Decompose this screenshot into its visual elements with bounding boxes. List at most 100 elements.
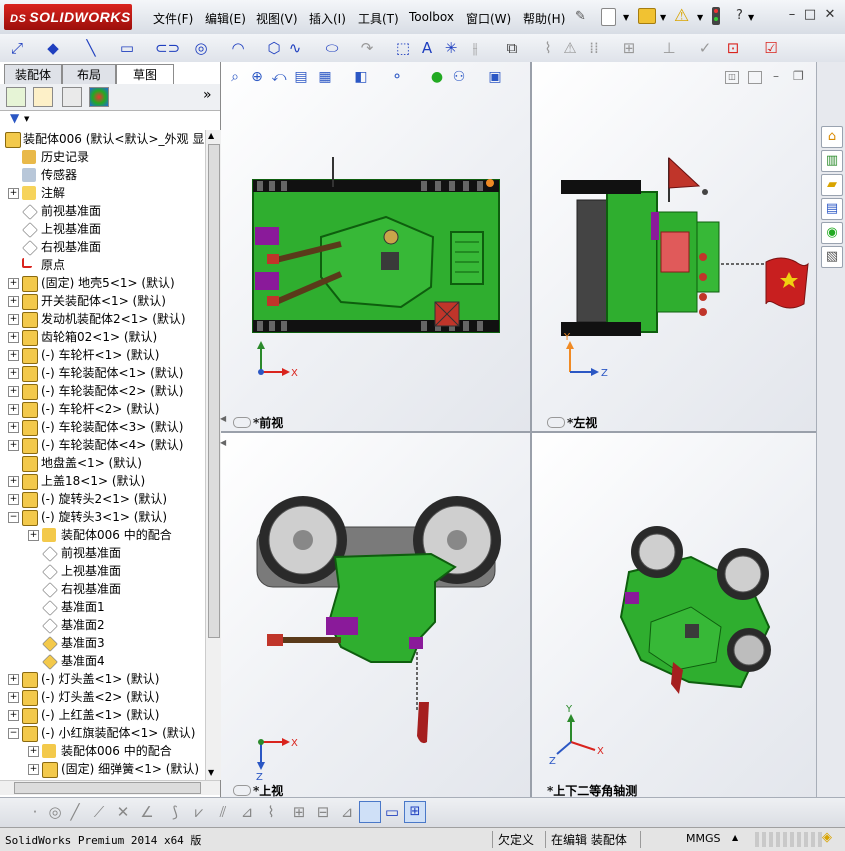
trim-icon[interactable]: ⟋ (90, 803, 108, 821)
file-explorer-icon[interactable]: ▰ (821, 174, 843, 196)
expand-icon[interactable]: + (8, 476, 19, 487)
scene-icon[interactable]: ⚇ (450, 68, 468, 86)
view-layout-icon[interactable]: ▭ (383, 803, 401, 821)
unit-system[interactable]: MMGS (686, 832, 721, 845)
solidworks-logo[interactable]: DS SOLIDWORKS (4, 4, 132, 30)
arc-icon[interactable]: ◠ (229, 39, 247, 57)
dynamic-annotation-icon[interactable]: ▦ (316, 68, 334, 86)
text-icon[interactable]: A (418, 39, 436, 57)
tab-sketch[interactable]: 草图 (116, 64, 174, 85)
spline-icon[interactable]: ∿ (286, 39, 304, 57)
menu-toolbox[interactable]: Toolbox (409, 10, 454, 24)
sketch-tool-icon[interactable]: ◆ (44, 39, 62, 57)
menu-help[interactable]: 帮助(H) (523, 10, 565, 27)
relations-icon[interactable]: ⊥ (660, 39, 678, 57)
quick-snap-icon[interactable]: ⊡ (724, 39, 742, 57)
chevron-down-icon[interactable]: ▼ (623, 13, 629, 22)
scroll-down-arrow[interactable]: ▼ (208, 768, 214, 777)
collapse-icon[interactable]: − (8, 512, 19, 523)
scrollbar-thumb[interactable] (208, 144, 220, 638)
expand-icon[interactable]: + (8, 710, 19, 721)
expand-icon[interactable]: + (8, 674, 19, 685)
chevron-down-icon[interactable]: ▼ (24, 115, 29, 123)
menu-window[interactable]: 窗口(W) (466, 10, 511, 27)
chevron-down-icon[interactable]: ▼ (660, 13, 666, 22)
expand-icon[interactable]: + (8, 296, 19, 307)
zoom-to-area-icon[interactable]: ⊕ (248, 68, 266, 86)
mirror-icon[interactable]: ⚠ (561, 39, 579, 57)
expand-icon[interactable]: + (8, 422, 19, 433)
expand-icon[interactable]: + (8, 350, 19, 361)
parallel-icon[interactable]: ⫽ (214, 803, 232, 821)
close-button[interactable]: ✕ (822, 8, 838, 22)
tag-icon[interactable]: ◈ (822, 830, 832, 845)
units-up-arrow-icon[interactable]: ▲ (732, 833, 738, 842)
appearances-icon[interactable]: ◉ (821, 222, 843, 244)
expand-icon[interactable]: + (8, 386, 19, 397)
circle-icon[interactable]: ◎ (192, 39, 210, 57)
circle-icon[interactable]: ◎ (46, 803, 64, 821)
expand-icon[interactable]: + (8, 332, 19, 343)
expand-icon[interactable]: + (8, 368, 19, 379)
expand-icon[interactable]: + (8, 404, 19, 415)
design-library-icon[interactable]: ▥ (821, 150, 843, 172)
menu-file[interactable]: 文件(F) (153, 10, 193, 27)
line-icon[interactable]: ╲ (82, 39, 100, 57)
pin-icon[interactable]: ✎ (575, 9, 593, 27)
tab-assembly[interactable]: 装配体 (4, 64, 62, 85)
chevron-down-icon[interactable]: ▼ (748, 13, 754, 22)
cross-icon[interactable]: ✕ (114, 803, 132, 821)
ellipse-icon[interactable]: ⬭ (323, 39, 341, 57)
angle-icon[interactable]: ∠ (138, 803, 156, 821)
move-icon[interactable]: ⊞ (620, 39, 638, 57)
scroll-up-arrow[interactable]: ▲ (208, 131, 214, 140)
expand-icon[interactable]: + (8, 494, 19, 505)
smart-dimension-icon[interactable]: ⤢ (8, 39, 26, 57)
scrollbar-thumb[interactable] (14, 782, 201, 794)
offset-icon[interactable]: ⧉ (503, 39, 521, 57)
new-document-icon[interactable] (601, 8, 616, 26)
relation-icon[interactable]: ⊿ (338, 803, 356, 821)
plane-icon[interactable]: ⬚ (394, 39, 412, 57)
expand-icon[interactable]: + (8, 188, 19, 199)
expand-panel-icon[interactable]: » (203, 87, 212, 103)
configuration-manager-icon[interactable] (62, 87, 82, 107)
chevron-down-icon[interactable]: ▼ (697, 13, 703, 22)
filter-icon[interactable]: ▼ (10, 111, 19, 125)
zoom-to-fit-icon[interactable]: ⌕ (226, 68, 244, 86)
view-orientation-icon[interactable]: ◧ (352, 68, 370, 86)
section-view-icon[interactable]: ▤ (292, 68, 310, 86)
view-palette-icon[interactable]: ▤ (821, 198, 843, 220)
slot-icon[interactable]: ⊂⊃ (155, 39, 180, 57)
rapid-sketch-icon[interactable]: ☑ (762, 39, 780, 57)
home-icon[interactable]: ⌂ (821, 126, 843, 148)
expand-icon[interactable]: + (8, 692, 19, 703)
custom-properties-icon[interactable]: ▧ (821, 246, 843, 268)
3d-view-button[interactable] (359, 801, 381, 823)
display-manager-icon[interactable] (89, 87, 109, 107)
expand-icon[interactable]: + (8, 278, 19, 289)
fillet-icon[interactable]: ↷ (358, 39, 376, 57)
open-folder-icon[interactable] (638, 8, 656, 24)
display-style-icon[interactable]: ⚬ (388, 68, 406, 86)
rectangle-icon[interactable]: ▭ (118, 39, 136, 57)
expand-icon[interactable]: + (8, 314, 19, 325)
graphics-area[interactable]: ◀ ◀ ◫ – ❐ ✕ *前视 *左视 *上视 *上下二等角轴测 (220, 62, 825, 798)
chamfer-icon[interactable]: ⩗ (190, 803, 208, 821)
expand-icon[interactable]: + (8, 440, 19, 451)
snap-icon[interactable]: ⊟ (314, 803, 332, 821)
view-settings-icon[interactable]: ▣ (486, 68, 504, 86)
feature-tree-icon[interactable] (6, 87, 26, 107)
expand-icon[interactable]: + (28, 530, 39, 541)
convert-icon[interactable]: ⫲ (466, 39, 484, 57)
fillet-icon[interactable]: ⟆ (166, 803, 184, 821)
point-icon[interactable]: ✳ (442, 39, 460, 57)
help-icon[interactable]: ? (736, 8, 743, 23)
pattern-icon[interactable]: ⁞⁞ (585, 39, 603, 57)
line-icon[interactable]: ╱ (66, 803, 84, 821)
property-manager-icon[interactable] (33, 87, 53, 107)
expand-icon[interactable]: + (28, 746, 39, 757)
warning-icon[interactable]: ⚠ (674, 6, 689, 26)
restore-button[interactable]: □ (802, 8, 818, 22)
collapse-icon[interactable]: − (8, 728, 19, 739)
